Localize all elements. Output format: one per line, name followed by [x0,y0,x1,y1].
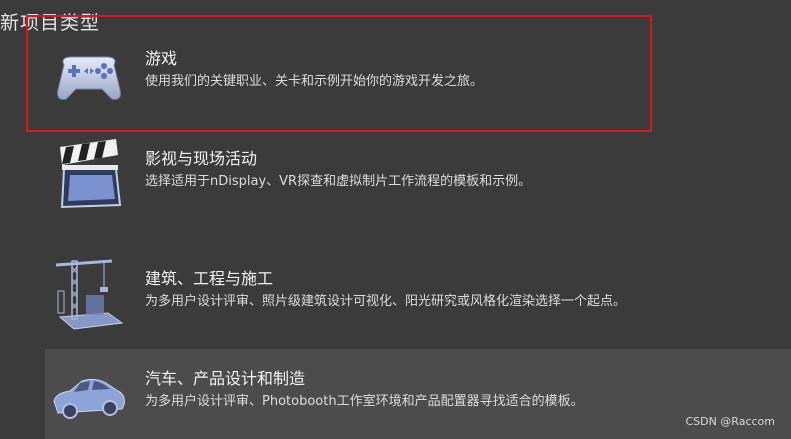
category-architecture-title: 建筑、工程与施工 [145,269,274,288]
construction-crane-icon [55,259,124,330]
gamepad-icon [57,56,121,100]
watermark: CSDN @Raccom [685,415,775,428]
category-architecture[interactable]: 建筑、工程与施工 为多用户设计评审、照片级建筑设计可视化、阳光研究或风格化渲染选… [45,249,791,339]
category-automotive-description: 为多用户设计评审、Photobooth工作室环境和产品配置器寻找适合的模板。 [145,394,584,409]
car-icon [53,378,125,419]
category-game-title: 游戏 [145,49,178,68]
category-architecture-description: 为多用户设计评审、照片级建筑设计可视化、阳光研究或风格化渲染选择一个起点。 [145,294,627,309]
category-film-description: 选择适用于nDisplay、VR探查和虚拟制片工作流程的模板和示例。 [145,174,532,189]
category-film-title: 影视与现场活动 [145,149,258,168]
category-automotive-title: 汽车、产品设计和制造 [145,369,306,388]
category-automotive[interactable]: 汽车、产品设计和制造 为多用户设计评审、Photobooth工作室环境和产品配置… [45,349,791,439]
clapperboard-icon [60,139,122,209]
category-film-live-events[interactable]: 影视与现场活动 选择适用于nDisplay、VR探查和虚拟制片工作流程的模板和示… [45,129,791,219]
category-game[interactable]: 游戏 使用我们的关键职业、关卡和示例开始你的游戏开发之旅。 [45,29,791,119]
category-game-description: 使用我们的关键职业、关卡和示例开始你的游戏开发之旅。 [145,74,484,89]
